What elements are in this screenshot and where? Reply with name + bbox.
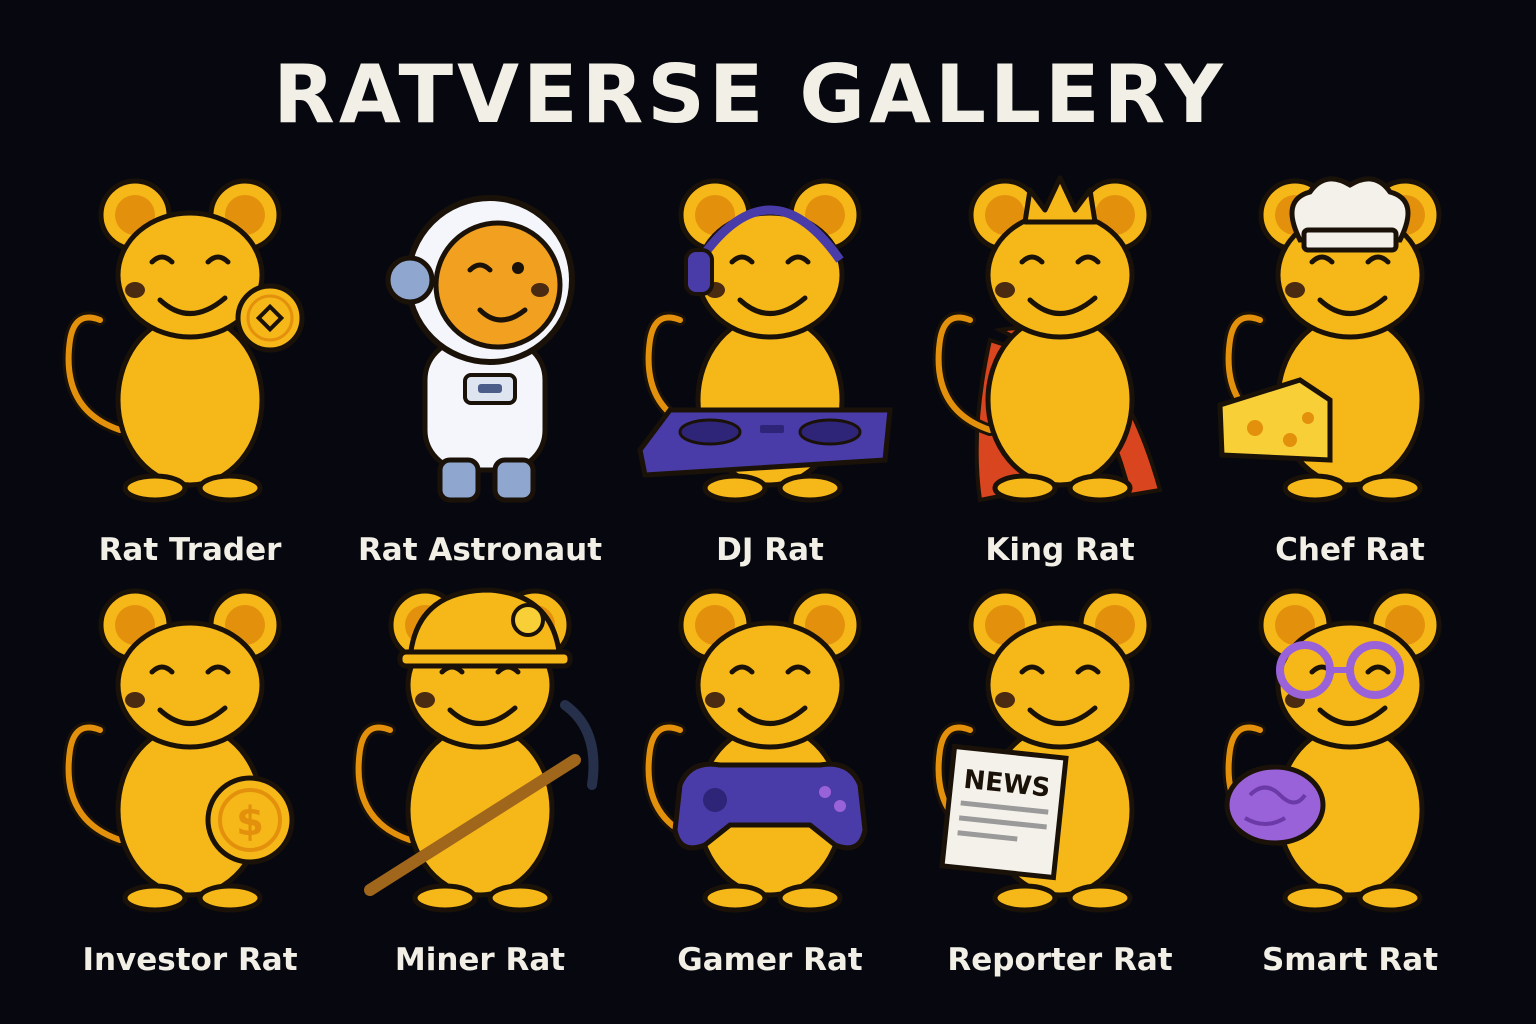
coin-symbol: $ <box>236 799 264 845</box>
character-name: Chef Rat <box>1275 532 1425 568</box>
character-name: DJ Rat <box>716 532 824 568</box>
character-card-rat-trader[interactable]: Rat Trader <box>40 170 340 575</box>
brain-glasses-icon <box>1224 764 1326 846</box>
character-card-reporter-rat[interactable]: NEWS Reporter Rat <box>910 580 1210 985</box>
astronaut-suit-icon <box>385 195 575 503</box>
character-name: Reporter Rat <box>947 942 1173 978</box>
king-rat-illustration <box>910 170 1163 530</box>
rat-astronaut-illustration <box>385 195 575 503</box>
character-name: Rat Trader <box>98 532 282 568</box>
gallery-title: RATVERSE GALLERY <box>273 48 1227 141</box>
dj-rat-illustration <box>637 170 893 530</box>
character-card-investor-rat[interactable]: $ Investor Rat <box>40 580 340 985</box>
chef-rat-illustration <box>1217 170 1500 530</box>
character-card-smart-rat[interactable]: Smart Rat <box>1200 580 1500 985</box>
rat-trader-illustration <box>40 170 305 530</box>
character-grid: Rat Trader Rat Astronaut DJ Rat King Rat… <box>40 170 1500 990</box>
reporter-rat-illustration: NEWS <box>910 580 1210 940</box>
smart-rat-illustration <box>1200 580 1500 940</box>
character-name: King Rat <box>985 532 1135 568</box>
character-card-gamer-rat[interactable]: Gamer Rat <box>620 580 920 985</box>
character-name: Investor Rat <box>82 942 298 978</box>
character-card-chef-rat[interactable]: Chef Rat <box>1200 170 1500 575</box>
dollar-coin-icon: $ <box>205 775 295 865</box>
miner-rat-illustration <box>330 580 599 940</box>
character-card-dj-rat[interactable]: DJ Rat <box>620 170 920 575</box>
character-card-miner-rat[interactable]: Miner Rat <box>330 580 630 985</box>
coin-token-icon <box>235 283 305 353</box>
dj-turntable-icon <box>637 407 893 478</box>
character-name: Smart Rat <box>1261 942 1439 978</box>
chef-hat-icon <box>1289 176 1411 253</box>
investor-rat-illustration: $ <box>40 580 295 940</box>
character-card-rat-astronaut[interactable]: Rat Astronaut <box>330 170 630 575</box>
newspaper-icon: NEWS <box>939 743 1069 881</box>
character-name: Gamer Rat <box>677 942 863 978</box>
character-name: Rat Astronaut <box>357 532 603 568</box>
character-name: Miner Rat <box>394 942 566 978</box>
gamer-rat-illustration <box>620 580 868 940</box>
crown-icon <box>1022 175 1098 225</box>
character-card-king-rat[interactable]: King Rat <box>910 170 1210 575</box>
